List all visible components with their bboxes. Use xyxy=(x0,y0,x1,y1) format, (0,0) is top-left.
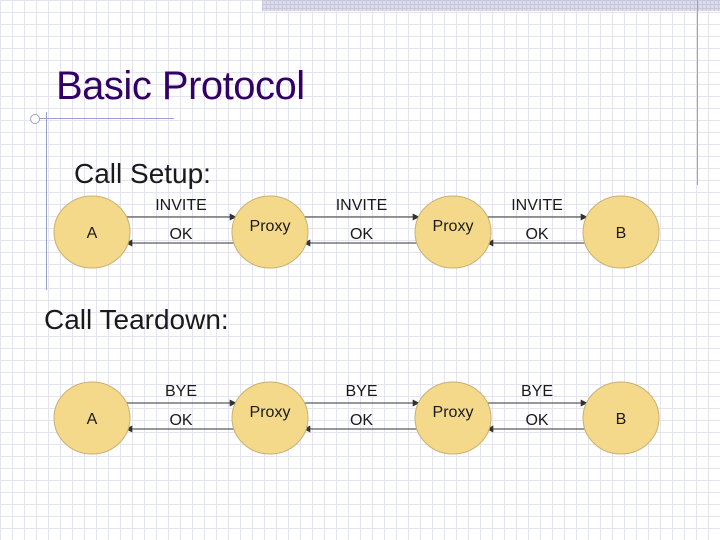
teardown-response-label-2: OK xyxy=(350,412,373,429)
teardown-node-label-3: Proxy xyxy=(433,404,474,421)
teardown-node-label-1: A xyxy=(87,411,98,428)
teardown-node-label-2: Proxy xyxy=(250,404,291,421)
setup-response-label-3: OK xyxy=(525,226,548,243)
setup-node-label-1: A xyxy=(87,225,98,242)
teardown-request-label-1: BYE xyxy=(165,383,197,400)
teardown-response-label-3: OK xyxy=(525,412,548,429)
teardown-request-label-3: BYE xyxy=(521,383,553,400)
slide: Basic Protocol Call Setup: Call Teardown… xyxy=(0,0,720,540)
setup-request-label-2: INVITE xyxy=(336,197,388,214)
setup-request-label-1: INVITE xyxy=(155,197,207,214)
sequence-diagram: INVITE OK INVITE OK INVITE OK A Proxy Proxy B BYE O… xyxy=(53,195,660,455)
teardown-request-label-2: BYE xyxy=(345,383,377,400)
teardown-node-label-4: B xyxy=(616,411,627,428)
setup-request-label-3: INVITE xyxy=(511,197,563,214)
setup-node-label-4: B xyxy=(616,225,627,242)
teardown-response-label-1: OK xyxy=(169,412,192,429)
setup-node-label-3: Proxy xyxy=(433,218,474,235)
setup-response-label-1: OK xyxy=(169,226,192,243)
setup-node-label-2: Proxy xyxy=(250,218,291,235)
setup-response-label-2: OK xyxy=(350,226,373,243)
